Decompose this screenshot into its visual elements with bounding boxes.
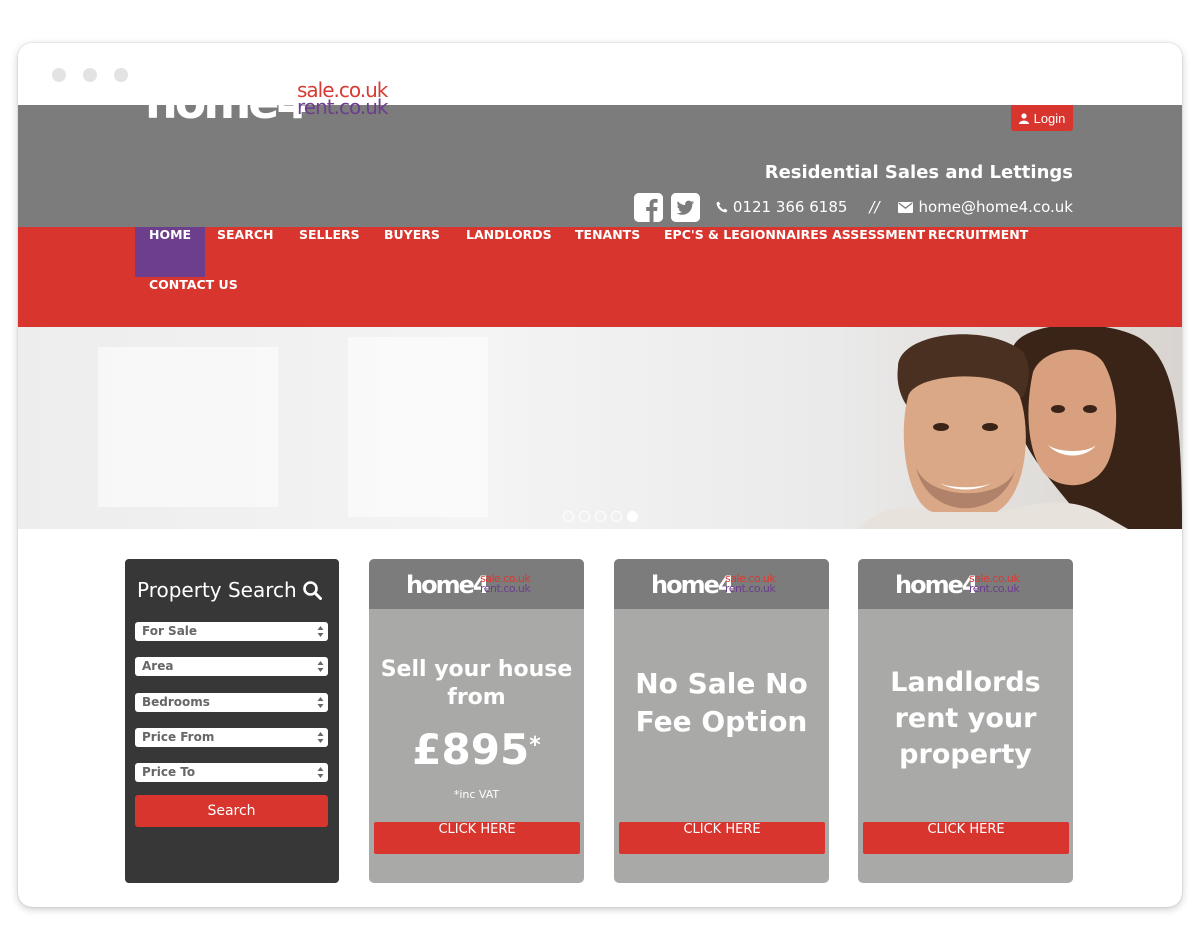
price-to-value: Price To [142, 765, 196, 779]
card-logo-home: home4 [406, 571, 490, 599]
envelope-icon [897, 201, 913, 213]
site-logo[interactable]: www. home4 sale.co.uk rent.co.uk [145, 76, 405, 132]
site-tagline: Residential Sales and Lettings [764, 162, 1073, 183]
card-landlords-click-here-button[interactable]: CLICK HERE [863, 822, 1069, 854]
email-contact[interactable]: home@home4.co.uk [897, 198, 1073, 216]
select-arrows-icon [317, 767, 324, 778]
card-nsnf-click-here-button[interactable]: CLICK HERE [619, 822, 825, 854]
search-button[interactable]: Search [135, 795, 328, 827]
carousel-dot[interactable] [611, 511, 622, 522]
promo-card-no-sale-no-fee: home4 sale.co.uk rent.co.uk No Sale No F… [614, 559, 829, 883]
card-logo: home4 sale.co.uk rent.co.uk [895, 571, 1045, 601]
card-sell-price-row: £895* [369, 725, 584, 775]
card-logo-rent: rent.co.uk [480, 582, 531, 595]
card-logo: home4 sale.co.uk rent.co.uk [651, 571, 801, 601]
search-icon [302, 580, 322, 600]
card-sell-note: *inc VAT [453, 788, 500, 801]
logo-home-text: home4 [145, 75, 308, 129]
phone-contact[interactable]: 0121 366 6185 [716, 198, 848, 216]
window-control-close[interactable] [52, 68, 66, 82]
sale-type-value: For Sale [142, 624, 198, 638]
price-to-select[interactable]: Price To [135, 763, 328, 782]
card-header: home4 sale.co.uk rent.co.uk [369, 559, 584, 609]
card-header: home4 sale.co.uk rent.co.uk [858, 559, 1073, 609]
nav-item-landlords[interactable]: LANDLORDS [452, 227, 566, 277]
card-logo-rent: rent.co.uk [969, 582, 1020, 595]
card-sell-price: £895 [412, 725, 530, 774]
nav-item-epc[interactable]: EPC'S & LEGIONNAIRES ASSESSMENT [650, 227, 939, 277]
price-from-value: Price From [142, 730, 215, 744]
promo-card-landlords: home4 sale.co.uk rent.co.uk Landlords re… [858, 559, 1073, 883]
nav-item-home[interactable]: HOME [135, 227, 206, 277]
card-landlords-line1: Landlords [890, 667, 1041, 698]
contact-row: 0121 366 6185 // home@home4.co.uk [633, 191, 1073, 223]
nav-item-sellers[interactable]: SELLERS [285, 227, 374, 277]
hero-banner [18, 327, 1182, 529]
promo-card-sell: home4 sale.co.uk rent.co.uk Sell your ho… [369, 559, 584, 883]
user-icon [1018, 112, 1029, 124]
twitter-link[interactable] [670, 192, 700, 222]
nav-item-search[interactable]: SEARCH [203, 227, 287, 277]
carousel-dot-active[interactable] [627, 511, 638, 522]
hero-couple-image [858, 327, 1182, 529]
carousel-dot[interactable] [563, 511, 574, 522]
login-label: Login [1033, 110, 1066, 126]
select-arrows-icon [317, 732, 324, 743]
main-nav: HOME SEARCH SELLERS BUYERS LANDLORDS TEN… [18, 227, 1182, 327]
property-search-heading: Property Search [137, 578, 297, 602]
twitter-icon [670, 192, 700, 222]
card-nsnf-line2: Fee Option [635, 705, 808, 738]
browser-window: www. home4 sale.co.uk rent.co.uk Login R… [18, 43, 1182, 907]
nav-item-contact[interactable]: CONTACT US [135, 277, 252, 327]
card-nsnf-line1: No Sale No [635, 667, 808, 700]
carousel-indicators [563, 511, 638, 522]
email-address: home@home4.co.uk [918, 198, 1073, 216]
phone-icon [716, 201, 728, 213]
facebook-icon [633, 192, 663, 222]
carousel-dot[interactable] [595, 511, 606, 522]
nav-item-buyers[interactable]: BUYERS [370, 227, 454, 277]
select-arrows-icon [317, 626, 324, 637]
phone-number: 0121 366 6185 [732, 198, 848, 216]
hero-background-shape [98, 347, 278, 507]
area-value: Area [142, 659, 174, 673]
login-button[interactable]: Login [1011, 105, 1073, 131]
price-from-select[interactable]: Price From [135, 728, 328, 747]
window-control-maximize[interactable] [114, 68, 128, 82]
area-select[interactable]: Area [135, 657, 328, 676]
card-sell-click-here-button[interactable]: CLICK HERE [374, 822, 580, 854]
bedrooms-select[interactable]: Bedrooms [135, 693, 328, 712]
nav-item-recruitment[interactable]: RECRUITMENT [914, 227, 1042, 277]
logo-rent-text: rent.co.uk [297, 95, 388, 119]
card-logo-rent: rent.co.uk [725, 582, 776, 595]
property-search-title: Property Search [137, 578, 322, 602]
card-sell-line1: Sell your house [380, 657, 573, 682]
select-arrows-icon [317, 697, 324, 708]
card-logo-home: home4 [651, 571, 735, 599]
card-logo-home: home4 [895, 571, 979, 599]
carousel-dot[interactable] [579, 511, 590, 522]
bedrooms-value: Bedrooms [142, 695, 210, 709]
contact-separator: // [869, 198, 880, 216]
window-control-minimize[interactable] [83, 68, 97, 82]
select-arrows-icon [317, 661, 324, 672]
hero-background-shape [348, 337, 488, 517]
card-logo: home4 sale.co.uk rent.co.uk [406, 571, 556, 601]
card-sell-line2: from [447, 685, 506, 710]
card-sell-asterisk: * [529, 733, 541, 758]
sale-type-select[interactable]: For Sale [135, 622, 328, 641]
card-header: home4 sale.co.uk rent.co.uk [614, 559, 829, 609]
property-search-panel: Property Search For Sale Area Bedrooms P… [125, 559, 339, 883]
card-landlords-line3: property [899, 739, 1032, 770]
nav-item-tenants[interactable]: TENANTS [561, 227, 654, 277]
facebook-link[interactable] [633, 192, 663, 222]
card-landlords-line2: rent your [894, 703, 1037, 734]
